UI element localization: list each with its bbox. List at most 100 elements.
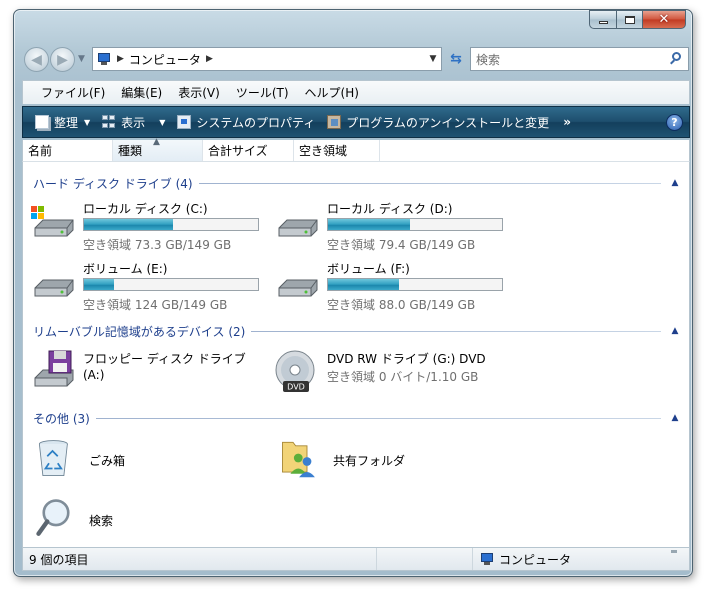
recycle-bin-icon <box>38 440 68 476</box>
column-total-size-label: 合計サイズ <box>208 144 268 158</box>
views-button[interactable]: 表示 ▼ <box>96 107 171 137</box>
chevron-down-icon: ▼ <box>84 117 91 127</box>
drive-usage-fill <box>84 279 114 290</box>
back-arrow-icon: ◀ <box>31 51 42 68</box>
drive-tile[interactable]: ボリューム (F:) 空き領域 88.0 GB/149 GB <box>273 258 513 312</box>
address-bar[interactable]: ▶ コンピュータ ▶ ▼ <box>92 47 442 71</box>
collapse-chevron-icon[interactable]: ▲ <box>669 326 681 336</box>
search-label: 検索 <box>89 514 114 528</box>
column-total-size[interactable]: 合計サイズ <box>203 140 294 161</box>
group-header-removable[interactable]: リムーバブル記憶域があるデバイス (2) ▲ <box>33 323 681 339</box>
drive-usage-bar <box>327 218 503 231</box>
column-name[interactable]: 名前 <box>23 140 113 161</box>
help-icon: ? <box>671 116 678 129</box>
dvd-drive-icon: DVD <box>275 350 315 392</box>
recent-pages-dropdown[interactable]: ▼ <box>78 54 85 64</box>
chevron-down-icon: ▼ <box>159 117 166 127</box>
breadcrumb-separator-icon[interactable]: ▶ <box>117 54 124 64</box>
close-icon: ✕ <box>658 12 670 27</box>
search-placeholder: 検索 <box>476 52 501 67</box>
status-location-text: コンピュータ <box>499 552 572 567</box>
maximize-button[interactable] <box>616 10 642 29</box>
drive-usage-fill <box>84 219 173 230</box>
drive-tile[interactable]: ボリューム (E:) 空き領域 124 GB/149 GB <box>29 258 269 312</box>
refresh-button[interactable]: ⇆ <box>444 47 468 71</box>
command-bar: 整理 ▼ 表示 ▼ システムのプロパティ プログラムのアンインストールと変更 »… <box>22 106 690 138</box>
caption-buttons: ✕ <box>589 10 686 29</box>
drive-free-space: 空き領域 124 GB/149 GB <box>83 298 228 312</box>
organize-icon <box>35 115 49 129</box>
item-count-text: 9 個の項目 <box>29 552 89 567</box>
magnifier-icon <box>36 499 70 536</box>
breadcrumb-separator-icon[interactable]: ▶ <box>206 54 213 64</box>
dvd-drive-tile[interactable]: DVD DVD RW ドライブ (G:) DVD 空き領域 0 バイト/1.10… <box>273 348 513 402</box>
drive-usage-fill <box>328 219 410 230</box>
group-divider <box>198 182 661 184</box>
search-input[interactable]: 検索 <box>470 47 689 71</box>
dvd-badge: DVD <box>287 383 305 392</box>
organize-button[interactable]: 整理 ▼ <box>29 107 96 137</box>
menu-tools[interactable]: ツール(T) <box>228 84 297 101</box>
recycle-bin-tile[interactable]: ごみ箱 <box>35 434 275 488</box>
refresh-icon: ⇆ <box>450 51 462 67</box>
drive-free-space: 空き領域 73.3 GB/149 GB <box>83 238 232 252</box>
drive-name: ローカル ディスク (D:) <box>327 202 453 216</box>
drive-usage-bar <box>327 278 503 291</box>
back-button[interactable]: ◀ <box>24 47 49 72</box>
search-icon[interactable] <box>669 52 683 66</box>
floppy-name-line1: フロッピー ディスク ドライブ <box>83 352 246 366</box>
drive-name: ローカル ディスク (C:) <box>83 202 208 216</box>
collapse-chevron-icon[interactable]: ▲ <box>669 413 681 423</box>
shared-folder-tile[interactable]: 共有フォルダ <box>279 434 519 488</box>
drive-usage-fill <box>328 279 400 290</box>
shared-folder-icon <box>282 441 315 478</box>
status-location: コンピュータ <box>473 548 571 570</box>
collapse-chevron-icon[interactable]: ▲ <box>669 178 681 188</box>
drive-free-space: 空き領域 79.4 GB/149 GB <box>327 238 476 252</box>
status-bar: 9 個の項目 コンピュータ <box>22 547 690 571</box>
drive-name: ボリューム (F:) <box>327 262 410 276</box>
minimize-icon <box>598 21 608 24</box>
forward-button[interactable]: ▶ <box>50 47 75 72</box>
uninstall-programs-label: プログラムのアンインストールと変更 <box>346 115 550 130</box>
close-button[interactable]: ✕ <box>642 10 686 29</box>
group-title: その他 (3) <box>33 411 90 426</box>
status-item-count: 9 個の項目 <box>23 548 377 570</box>
system-properties-button[interactable]: システムのプロパティ <box>171 107 321 137</box>
group-title: リムーバブル記憶域があるデバイス (2) <box>33 324 246 339</box>
floppy-name-line2: (A:) <box>83 368 105 382</box>
organize-label: 整理 <box>54 115 79 130</box>
drive-tile[interactable]: ローカル ディスク (C:) 空き領域 73.3 GB/149 GB <box>29 198 269 252</box>
address-history-dropdown-icon[interactable]: ▼ <box>425 54 441 64</box>
menu-bar: ファイル(F) 編集(E) 表示(V) ツール(T) ヘルプ(H) <box>22 80 690 104</box>
group-header-other[interactable]: その他 (3) ▲ <box>33 410 681 426</box>
drive-usage-bar <box>83 218 259 231</box>
computer-icon <box>96 52 112 66</box>
breadcrumb-computer[interactable]: コンピュータ <box>129 51 201 68</box>
navigation-row: ◀ ▶ ▼ ▶ コンピュータ ▶ ▼ ⇆ 検索 <box>22 46 690 74</box>
menu-help[interactable]: ヘルプ(H) <box>297 84 367 101</box>
minimize-button[interactable] <box>589 10 616 29</box>
programs-icon <box>327 115 342 129</box>
column-type-label: 種類 <box>118 144 143 158</box>
column-type[interactable]: ▲ 種類 <box>113 137 203 161</box>
more-commands-chevron-icon[interactable]: » <box>563 115 571 129</box>
hard-drive-icon <box>34 279 74 297</box>
search-tile[interactable]: 検索 <box>35 494 275 547</box>
status-spacer <box>377 548 473 570</box>
computer-icon <box>479 552 495 566</box>
menu-file[interactable]: ファイル(F) <box>33 84 113 101</box>
group-header-hdd[interactable]: ハード ディスク ドライブ (4) ▲ <box>33 175 681 191</box>
drive-name: ボリューム (E:) <box>83 262 168 276</box>
drive-usage-bar <box>83 278 259 291</box>
floppy-drive-tile[interactable]: フロッピー ディスク ドライブ (A:) <box>29 348 269 402</box>
column-header: 名前 ▲ 種類 合計サイズ 空き領域 <box>22 137 690 162</box>
recycle-bin-label: ごみ箱 <box>89 454 126 468</box>
help-button[interactable]: ? <box>666 114 683 131</box>
resize-grip-icon[interactable] <box>671 550 677 553</box>
drive-tile[interactable]: ローカル ディスク (D:) 空き領域 79.4 GB/149 GB <box>273 198 513 252</box>
uninstall-programs-button[interactable]: プログラムのアンインストールと変更 » <box>321 107 577 137</box>
menu-view[interactable]: 表示(V) <box>170 84 228 101</box>
column-free-space[interactable]: 空き領域 <box>294 140 380 161</box>
menu-edit[interactable]: 編集(E) <box>113 84 170 101</box>
